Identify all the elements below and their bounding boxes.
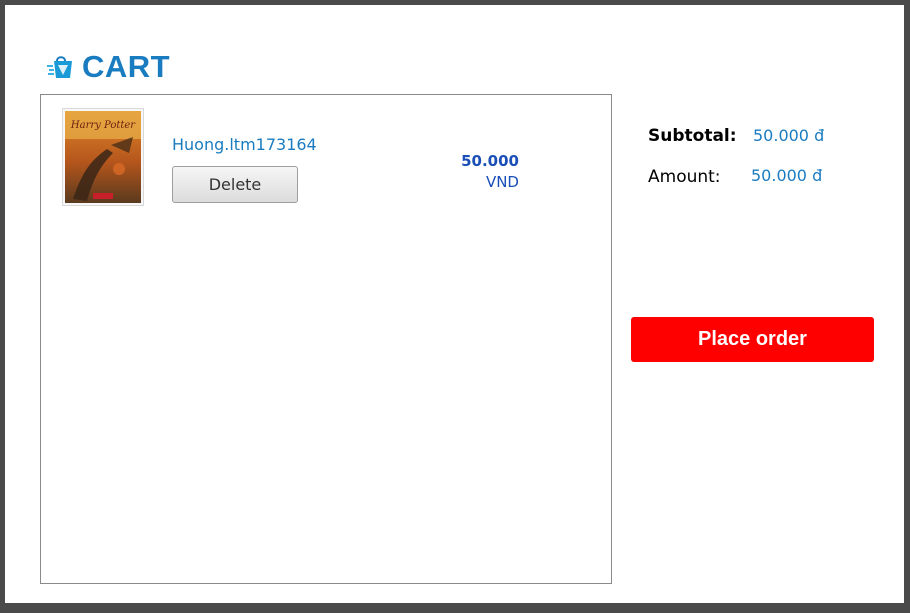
item-name-link[interactable]: Huong.ltm173164: [172, 135, 317, 154]
price-currency: VND: [485, 173, 519, 191]
list-item: Harry Potter Huong.ltm173164 Delete 50.0…: [41, 95, 611, 215]
amount-label: Amount:: [648, 167, 721, 187]
cover-title: Harry Potter: [70, 120, 136, 131]
cart-window: CART Harry Potter Huong.ltm173164 Delete…: [5, 5, 904, 603]
cart-header: CART: [46, 49, 170, 85]
subtotal-value: 50.000 đ: [753, 126, 825, 145]
place-order-button[interactable]: Place order: [631, 317, 874, 362]
shopping-bag-icon: [47, 56, 72, 78]
cart-items-list: Harry Potter Huong.ltm173164 Delete 50.0…: [40, 94, 612, 584]
delete-button[interactable]: Delete: [172, 166, 298, 203]
price-amount: 50.000: [461, 152, 519, 170]
page-title: CART: [82, 49, 171, 84]
amount-value: 50.000 đ: [751, 166, 823, 185]
subtotal-label: Subtotal:: [648, 126, 737, 146]
book-cover-image: Harry Potter: [62, 108, 144, 206]
item-price: 50.000 VND: [441, 151, 519, 193]
